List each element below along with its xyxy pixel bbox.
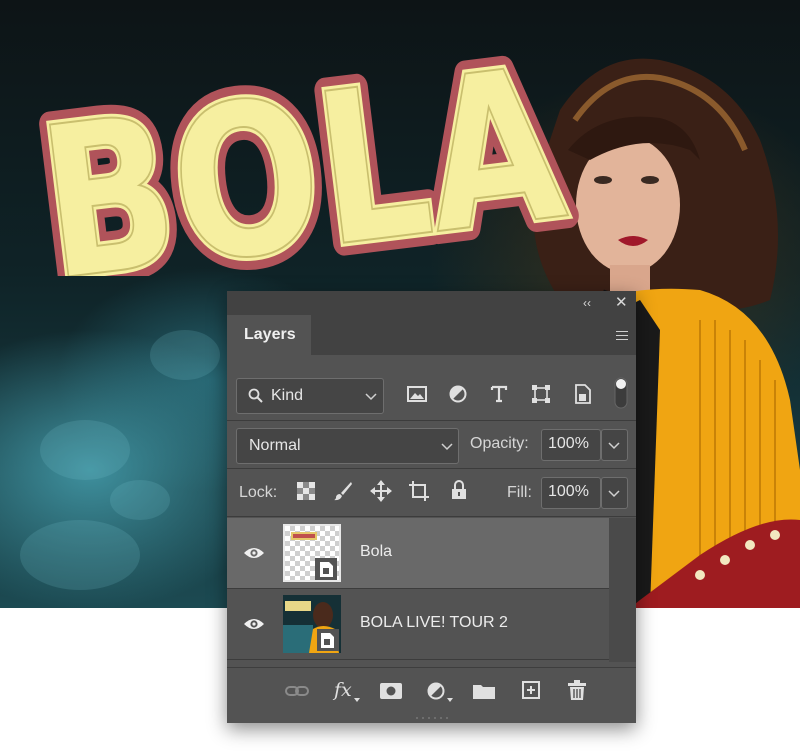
add-mask-icon[interactable] — [380, 683, 402, 699]
blend-mode-select[interactable]: Normal — [236, 428, 459, 464]
layer-row-bola-live-tour[interactable]: BOLA LIVE! TOUR 2 — [227, 589, 609, 659]
fx-icon[interactable]: fx — [334, 679, 352, 701]
tab-layers-label: Layers — [244, 326, 296, 343]
panel-menu-icon[interactable] — [616, 331, 628, 340]
fill-dropdown-button[interactable] — [601, 477, 628, 509]
eye-visibility-icon[interactable] — [243, 546, 265, 560]
lock-position-icon[interactable] — [370, 480, 392, 502]
link-layers-icon[interactable] — [285, 685, 309, 697]
opacity-value: 100% — [548, 435, 589, 452]
divider — [227, 659, 609, 660]
thumbnail-photo-mini — [283, 595, 341, 653]
layer-name-bola-live-tour[interactable]: BOLA LIVE! TOUR 2 — [360, 614, 508, 632]
resize-grip[interactable] — [414, 715, 450, 721]
layer-name-bola[interactable]: Bola — [360, 543, 392, 561]
panel-footer: fx — [227, 667, 636, 714]
lock-image-pixels-icon[interactable] — [333, 481, 353, 501]
chevron-down-icon — [608, 490, 620, 498]
divider — [227, 516, 636, 517]
layers-panel: ‹‹ ✕ Layers Kind Normal Opacity: 100% Lo… — [227, 291, 636, 723]
eye-visibility-icon[interactable] — [243, 617, 265, 631]
bola-logo: BOLA BOLA BOLA — [30, 8, 588, 276]
svg-text:BOLA: BOLA — [30, 21, 575, 276]
search-icon — [248, 388, 263, 403]
tab-bar: Layers — [227, 315, 636, 355]
adjustment-dropdown-indicator — [447, 698, 453, 702]
divider — [227, 468, 636, 469]
close-panel-icon[interactable]: ✕ — [615, 294, 628, 312]
tab-layers[interactable]: Layers — [227, 315, 311, 355]
fill-value: 100% — [548, 483, 589, 500]
new-adjustment-icon[interactable] — [427, 682, 445, 700]
fill-input[interactable]: 100% — [541, 477, 601, 509]
type-filter-icon[interactable] — [490, 385, 508, 403]
thumbnail-logo-mini — [291, 532, 337, 580]
lock-artboard-icon[interactable] — [408, 480, 430, 502]
divider — [227, 420, 636, 421]
filter-kind-select[interactable]: Kind — [236, 378, 384, 414]
panel-title-bar[interactable]: ‹‹ ✕ — [227, 291, 636, 315]
smart-object-filter-icon[interactable] — [574, 384, 592, 404]
fill-label: Fill: — [507, 484, 532, 501]
lock-label: Lock: — [239, 484, 278, 501]
opacity-input[interactable]: 100% — [541, 429, 601, 461]
layer-thumbnail-bola — [283, 524, 341, 582]
collapse-panel-icon[interactable]: ‹‹ — [583, 294, 591, 312]
layer-thumbnail-photo — [283, 595, 341, 653]
fx-dropdown-indicator — [354, 698, 360, 702]
layers-scrollbar[interactable] — [609, 518, 636, 662]
lock-transparent-pixels-icon[interactable] — [297, 482, 315, 500]
chevron-down-icon — [365, 393, 377, 401]
adjustment-filter-icon[interactable] — [449, 385, 467, 403]
shape-filter-icon[interactable] — [531, 384, 551, 404]
new-group-icon[interactable] — [473, 683, 495, 699]
layer-row-bola[interactable]: Bola — [227, 518, 609, 588]
chevron-down-icon — [441, 443, 453, 451]
blend-mode-value: Normal — [249, 437, 301, 454]
opacity-label: Opacity: — [470, 435, 529, 452]
opacity-dropdown-button[interactable] — [601, 429, 628, 461]
filter-toggle-icon[interactable] — [614, 377, 628, 409]
filter-kind-value: Kind — [271, 387, 304, 404]
image-filter-icon[interactable] — [407, 386, 427, 402]
lock-all-icon[interactable] — [451, 480, 467, 500]
chevron-down-icon — [608, 442, 620, 450]
new-layer-icon[interactable] — [522, 681, 540, 699]
delete-layer-icon[interactable] — [568, 680, 586, 700]
